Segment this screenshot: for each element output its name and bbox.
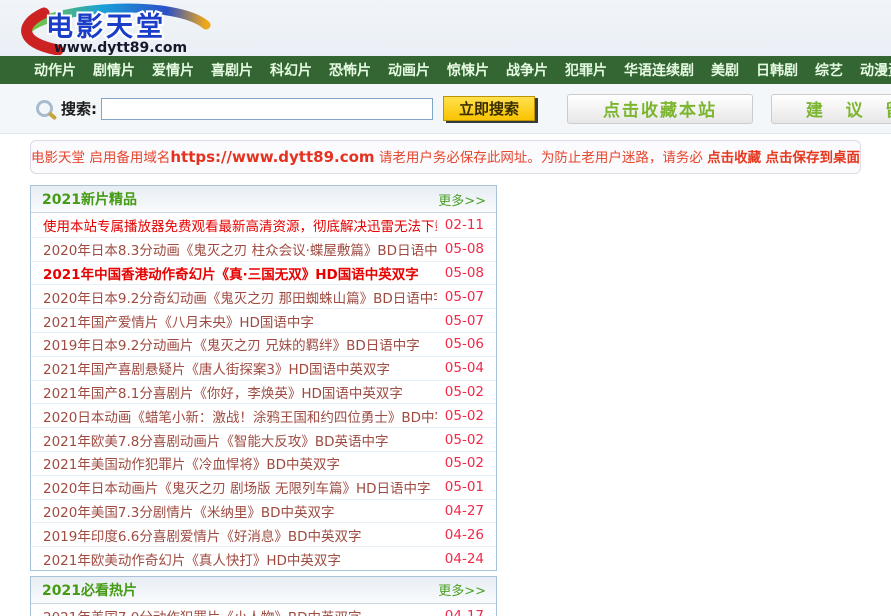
main-nav: 动作片剧情片爱情片喜剧片科幻片恐怖片动画片惊悚片战争片犯罪片华语连续剧美剧日韩剧… [0, 56, 891, 84]
section-title: 2021必看热片 [42, 580, 137, 600]
date-label: 02-11 [445, 217, 484, 233]
list-item: 2020日本动画《蜡笔小新：激战！涂鸦王国和约四位勇士》BD中字 05-02 [31, 403, 496, 427]
nav-item-11[interactable]: 美剧 [711, 60, 739, 80]
nav-item-14[interactable]: 动漫资源 [860, 60, 891, 80]
nav-item-0[interactable]: 动作片 [34, 60, 76, 80]
list-item: 2020年日本动画片《鬼灭之刃 剧场版 无限列车篇》HD日语中字 05-01 [31, 475, 496, 499]
movie-link[interactable]: 2020年美国7.3分剧情片《米纳里》BD中英双字 [43, 501, 437, 521]
list-item: 2021年国产8.1分喜剧片《你好，李焕英》HD国语中英双字 05-02 [31, 380, 496, 404]
date-label: 05-04 [445, 360, 484, 376]
notice-url-link[interactable]: https://www.dytt89.com [170, 148, 374, 166]
date-label: 05-06 [445, 336, 484, 352]
logo-url: www.dytt89.com [54, 40, 187, 55]
date-label: 05-01 [445, 479, 484, 495]
movie-link[interactable]: 2020日本动画《蜡笔小新：激战！涂鸦王国和约四位勇士》BD中字 [43, 406, 437, 426]
movie-link[interactable]: 使用本站专属播放器免费观看最新高清资源，彻底解决迅雷无法下载 [43, 215, 437, 235]
date-label: 04-27 [445, 503, 484, 519]
list-item: 2020年日本9.2分奇幻动画《鬼灭之刃 那田蜘蛛山篇》BD日语中字 05-07 [31, 284, 496, 308]
search-icon [36, 100, 53, 117]
list-item: 2020年美国7.3分剧情片《米纳里》BD中英双字 04-27 [31, 499, 496, 523]
nav-item-2[interactable]: 爱情片 [152, 60, 194, 80]
date-label: 04-17 [445, 608, 484, 616]
more-link[interactable]: 更多>> [438, 580, 486, 599]
search-label: 搜索: [61, 98, 97, 119]
more-link[interactable]: 更多>> [438, 190, 486, 209]
list-item: 2020年日本8.3分动画《鬼灭之刃 柱众会议·蝶屋敷篇》BD日语中字 05-08 [31, 237, 496, 261]
list-item: 2021年美国动作犯罪片《冷血悍将》BD中英双字 05-02 [31, 451, 496, 475]
list-item: 2021年国产爱情片《八月未央》HD国语中字 05-07 [31, 308, 496, 332]
list-item: 2021年中国香港动作奇幻片《真·三国无双》HD国语中英双字 05-08 [31, 261, 496, 285]
date-label: 04-24 [445, 551, 484, 567]
search-button[interactable]: 立即搜索 [443, 96, 535, 121]
list-item: 使用本站专属播放器免费观看最新高清资源，彻底解决迅雷无法下载 02-11 [31, 213, 496, 237]
search-input[interactable] [101, 98, 433, 120]
logo-graphic: 电影天堂 www.dytt89.com [14, 3, 219, 55]
bookmark-site-button[interactable]: 点击收藏本站 [567, 94, 753, 124]
date-label: 05-07 [445, 313, 484, 329]
nav-item-10[interactable]: 华语连续剧 [624, 60, 694, 80]
nav-item-6[interactable]: 动画片 [388, 60, 430, 80]
movie-link[interactable]: 2019年日本9.2分动画片《鬼灭之刃 兄妹的羁绊》BD日语中字 [43, 334, 437, 354]
list-item: 2019年印度6.6分喜剧爱情片《好消息》BD中英双字 04-26 [31, 522, 496, 546]
section-hot-movies: 2021必看热片 更多>> 2021年美国7.0分动作犯罪片《小人物》BD中英双… [30, 576, 497, 616]
list-item: 2019年日本9.2分动画片《鬼灭之刃 兄妹的羁绊》BD日语中字 05-06 [31, 332, 496, 356]
list-item: 2021年国产喜剧悬疑片《唐人街探案3》HD国语中英双字 05-04 [31, 356, 496, 380]
movie-link[interactable]: 2021年美国7.0分动作犯罪片《小人物》BD中英双字 [43, 606, 437, 616]
section-header: 2021新片精品 更多>> [31, 186, 496, 213]
date-label: 04-26 [445, 527, 484, 543]
list-item: 2021年欧美动作奇幻片《真人快打》HD中英双字 04-24 [31, 546, 496, 570]
section-new-movies: 2021新片精品 更多>> 使用本站专属播放器免费观看最新高清资源，彻底解决迅雷… [30, 185, 497, 571]
notice-bar: 电影天堂 启用备用域名https://www.dytt89.com 请老用户务必… [30, 140, 861, 174]
nav-item-12[interactable]: 日韩剧 [756, 60, 798, 80]
date-label: 05-02 [445, 432, 484, 448]
movie-link[interactable]: 2020年日本动画片《鬼灭之刃 剧场版 无限列车篇》HD日语中字 [43, 477, 437, 497]
section-title: 2021新片精品 [42, 189, 137, 209]
date-label: 05-07 [445, 289, 484, 305]
movie-link[interactable]: 2020年日本9.2分奇幻动画《鬼灭之刃 那田蜘蛛山篇》BD日语中字 [43, 287, 437, 307]
movie-link[interactable]: 2021年国产喜剧悬疑片《唐人街探案3》HD国语中英双字 [43, 358, 437, 378]
nav-item-8[interactable]: 战争片 [506, 60, 548, 80]
date-label: 05-08 [445, 241, 484, 257]
nav-item-7[interactable]: 惊悚片 [447, 60, 489, 80]
notice-text-1: 电影天堂 启用备用域名 [31, 150, 170, 166]
movie-link[interactable]: 2021年美国动作犯罪片《冷血悍将》BD中英双字 [43, 453, 437, 473]
site-logo[interactable]: 电影天堂 www.dytt89.com [14, 3, 219, 59]
date-label: 05-02 [445, 455, 484, 471]
logo-title: 电影天堂 [46, 12, 166, 43]
search-strip: 搜索: 立即搜索 点击收藏本站 建 议 留 言 [0, 84, 891, 134]
movie-list: 使用本站专属播放器免费观看最新高清资源，彻底解决迅雷无法下载 02-11 2020年… [31, 213, 496, 570]
movie-link[interactable]: 2019年印度6.6分喜剧爱情片《好消息》BD中英双字 [43, 525, 437, 545]
movie-link[interactable]: 2021年中国香港动作奇幻片《真·三国无双》HD国语中英双字 [43, 263, 437, 283]
date-label: 05-02 [445, 384, 484, 400]
section-header: 2021必看热片 更多>> [31, 577, 496, 604]
nav-item-3[interactable]: 喜剧片 [211, 60, 253, 80]
date-label: 05-08 [445, 265, 484, 281]
list-item: 2021年欧美7.8分喜剧动画片《智能大反攻》BD英语中字 05-02 [31, 427, 496, 451]
movie-link[interactable]: 2021年国产8.1分喜剧片《你好，李焕英》HD国语中英双字 [43, 382, 437, 402]
page: 电影天堂 www.dytt89.com 动作片剧情片爱情片喜剧片科幻片恐怖片动画… [0, 0, 891, 616]
movie-list: 2021年美国7.0分动作犯罪片《小人物》BD中英双字 04-17 [31, 604, 496, 616]
notice-bookmark-link[interactable]: 点击收藏 [707, 150, 761, 166]
movie-link[interactable]: 2021年欧美动作奇幻片《真人快打》HD中英双字 [43, 549, 437, 569]
nav-item-13[interactable]: 综艺 [815, 60, 843, 80]
nav-item-5[interactable]: 恐怖片 [329, 60, 371, 80]
suggest-message-button[interactable]: 建 议 留 言 [771, 94, 891, 124]
movie-link[interactable]: 2020年日本8.3分动画《鬼灭之刃 柱众会议·蝶屋敷篇》BD日语中字 [43, 239, 437, 259]
movie-link[interactable]: 2021年欧美7.8分喜剧动画片《智能大反攻》BD英语中字 [43, 430, 437, 450]
nav-item-4[interactable]: 科幻片 [270, 60, 312, 80]
notice-save-desktop-link[interactable]: 点击保存到桌面 [765, 150, 860, 166]
date-label: 05-02 [445, 408, 484, 424]
site-header: 电影天堂 www.dytt89.com [0, 0, 891, 56]
movie-link[interactable]: 2021年国产爱情片《八月未央》HD国语中字 [43, 311, 437, 331]
list-item: 2021年美国7.0分动作犯罪片《小人物》BD中英双字 04-17 [31, 604, 496, 616]
notice-text-2: 请老用户务必保存此网址。为防止老用户迷路，请务必 [375, 150, 708, 166]
nav-item-1[interactable]: 剧情片 [93, 60, 135, 80]
nav-item-9[interactable]: 犯罪片 [565, 60, 607, 80]
